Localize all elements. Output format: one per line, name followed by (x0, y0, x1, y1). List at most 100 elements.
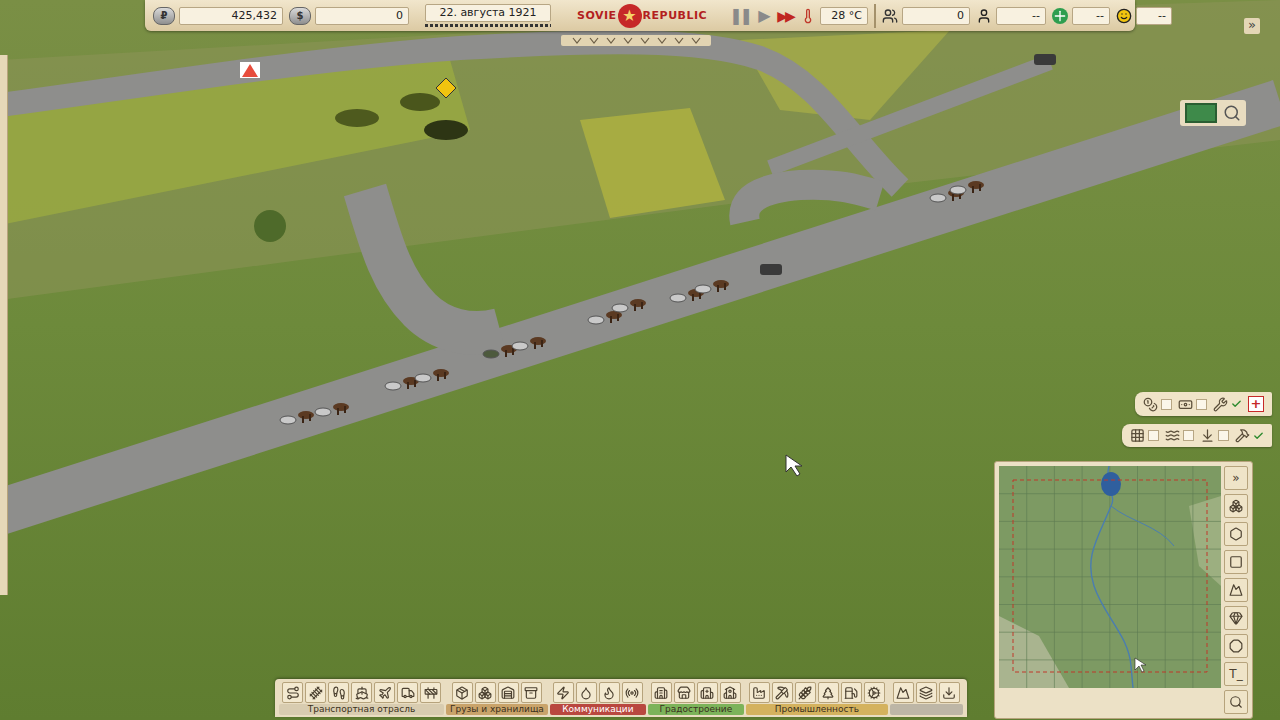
tool-button[interactable] (351, 682, 372, 703)
minimap[interactable] (999, 466, 1221, 688)
toolbar-group-label: Коммуникации (550, 704, 646, 715)
resource-icon (1229, 611, 1243, 625)
tool-button[interactable] (374, 682, 395, 703)
car[interactable] (1034, 54, 1056, 65)
search-icon[interactable] (1223, 104, 1241, 122)
filter-checkbox[interactable] (1161, 399, 1172, 410)
tool-button[interactable] (674, 682, 695, 703)
layer-button[interactable] (1224, 578, 1248, 602)
filter-checkbox[interactable] (1183, 430, 1194, 441)
filter-checkbox[interactable] (1196, 399, 1207, 410)
horse-cart[interactable] (385, 377, 419, 390)
horse-cart[interactable] (588, 311, 622, 324)
search-icon (1229, 695, 1243, 709)
filter-checkbox[interactable] (1148, 430, 1159, 441)
horse-cart[interactable] (612, 299, 646, 312)
tool-button[interactable] (864, 682, 885, 703)
tool-button[interactable] (916, 682, 937, 703)
filter-item[interactable] (1213, 397, 1242, 412)
filter-item[interactable] (1235, 428, 1264, 443)
tool-button[interactable] (622, 682, 643, 703)
game-logo[interactable]: SOVIE★REPUBLIC (577, 4, 707, 28)
logo-star: ★ (618, 4, 642, 28)
filter-item[interactable] (1130, 428, 1159, 443)
toolbar-group-icons (550, 682, 646, 703)
toolbar-group: Транспортная отрасль (279, 682, 444, 715)
date-display: 22. августа 1921 (425, 4, 551, 27)
minimap-side-buttons: » T_ (1224, 466, 1248, 714)
filter-checkbox[interactable] (1218, 430, 1229, 441)
dollars-display: $0 (289, 7, 409, 25)
zoom-button[interactable] (1224, 690, 1248, 714)
tool-button[interactable] (475, 682, 496, 703)
layer-button[interactable] (1224, 494, 1248, 518)
expand-button[interactable]: » (1244, 18, 1260, 34)
tool-button[interactable] (599, 682, 620, 703)
filter-item[interactable] (1165, 428, 1194, 443)
tool-button[interactable] (328, 682, 349, 703)
filter-item[interactable] (1200, 428, 1229, 443)
tool-button[interactable] (397, 682, 418, 703)
pit (335, 109, 379, 127)
filter-checkbox[interactable] (1253, 430, 1264, 441)
horse-cart[interactable] (415, 369, 449, 382)
tool-button[interactable] (795, 682, 816, 703)
speed-button[interactable]: ▶▶ (776, 8, 794, 24)
layer-button[interactable] (1224, 522, 1248, 546)
filter-icon (1178, 397, 1193, 412)
tool-icon (309, 686, 323, 700)
tool-button[interactable] (893, 682, 914, 703)
tool-button[interactable] (818, 682, 839, 703)
tool-button[interactable] (420, 682, 441, 703)
tool-icon (844, 686, 858, 700)
tool-button[interactable] (749, 682, 770, 703)
horse-cart[interactable] (280, 411, 314, 424)
tool-icon (798, 686, 812, 700)
car[interactable] (760, 264, 782, 275)
tool-button[interactable] (282, 682, 303, 703)
check-icon (1253, 430, 1264, 442)
separator (874, 4, 876, 28)
filter-item[interactable] (1143, 397, 1172, 412)
tool-button[interactable] (521, 682, 542, 703)
tool-button[interactable] (697, 682, 718, 703)
horse-cart[interactable] (512, 337, 546, 350)
filter-item[interactable] (1178, 397, 1207, 412)
map-mode-toggle[interactable] (1185, 103, 1217, 123)
horse-cart[interactable] (315, 403, 349, 416)
road-network[interactable] (0, 42, 1280, 512)
speed-button[interactable]: ❚❚ (729, 6, 750, 25)
tool-button[interactable] (939, 682, 960, 703)
tool-button[interactable] (651, 682, 672, 703)
layer-button[interactable] (1224, 606, 1248, 630)
tool-button[interactable] (553, 682, 574, 703)
toolbar-group-icons (648, 682, 744, 703)
tool-button[interactable] (772, 682, 793, 703)
side-panel-handle[interactable] (0, 55, 8, 595)
tool-icon (556, 686, 570, 700)
filter-checkbox[interactable] (1231, 399, 1242, 410)
layer-button[interactable] (1224, 634, 1248, 658)
toolbar-group: Промышленность (746, 682, 888, 715)
tool-button[interactable] (305, 682, 326, 703)
tool-icon (723, 686, 737, 700)
tool-button[interactable] (841, 682, 862, 703)
tool-button[interactable] (498, 682, 519, 703)
horse-cart[interactable] (950, 181, 984, 194)
horse-cart[interactable] (695, 280, 729, 293)
expand-button[interactable]: » (1224, 466, 1248, 490)
add-button[interactable]: + (1248, 396, 1264, 412)
labels-button[interactable]: T_ (1224, 662, 1248, 686)
tool-button[interactable] (576, 682, 597, 703)
resource-icon (1229, 499, 1243, 513)
chevron-icon[interactable] (561, 35, 711, 46)
tool-button[interactable] (720, 682, 741, 703)
logo-text: REPUBLIC (643, 9, 708, 22)
happiness-display: -- (1116, 7, 1172, 25)
speed-button[interactable]: ▶ (754, 6, 772, 25)
tool-icon (919, 686, 933, 700)
tool-button[interactable] (452, 682, 473, 703)
population-icon (882, 8, 898, 24)
day-progress (425, 24, 551, 27)
layer-button[interactable] (1224, 550, 1248, 574)
